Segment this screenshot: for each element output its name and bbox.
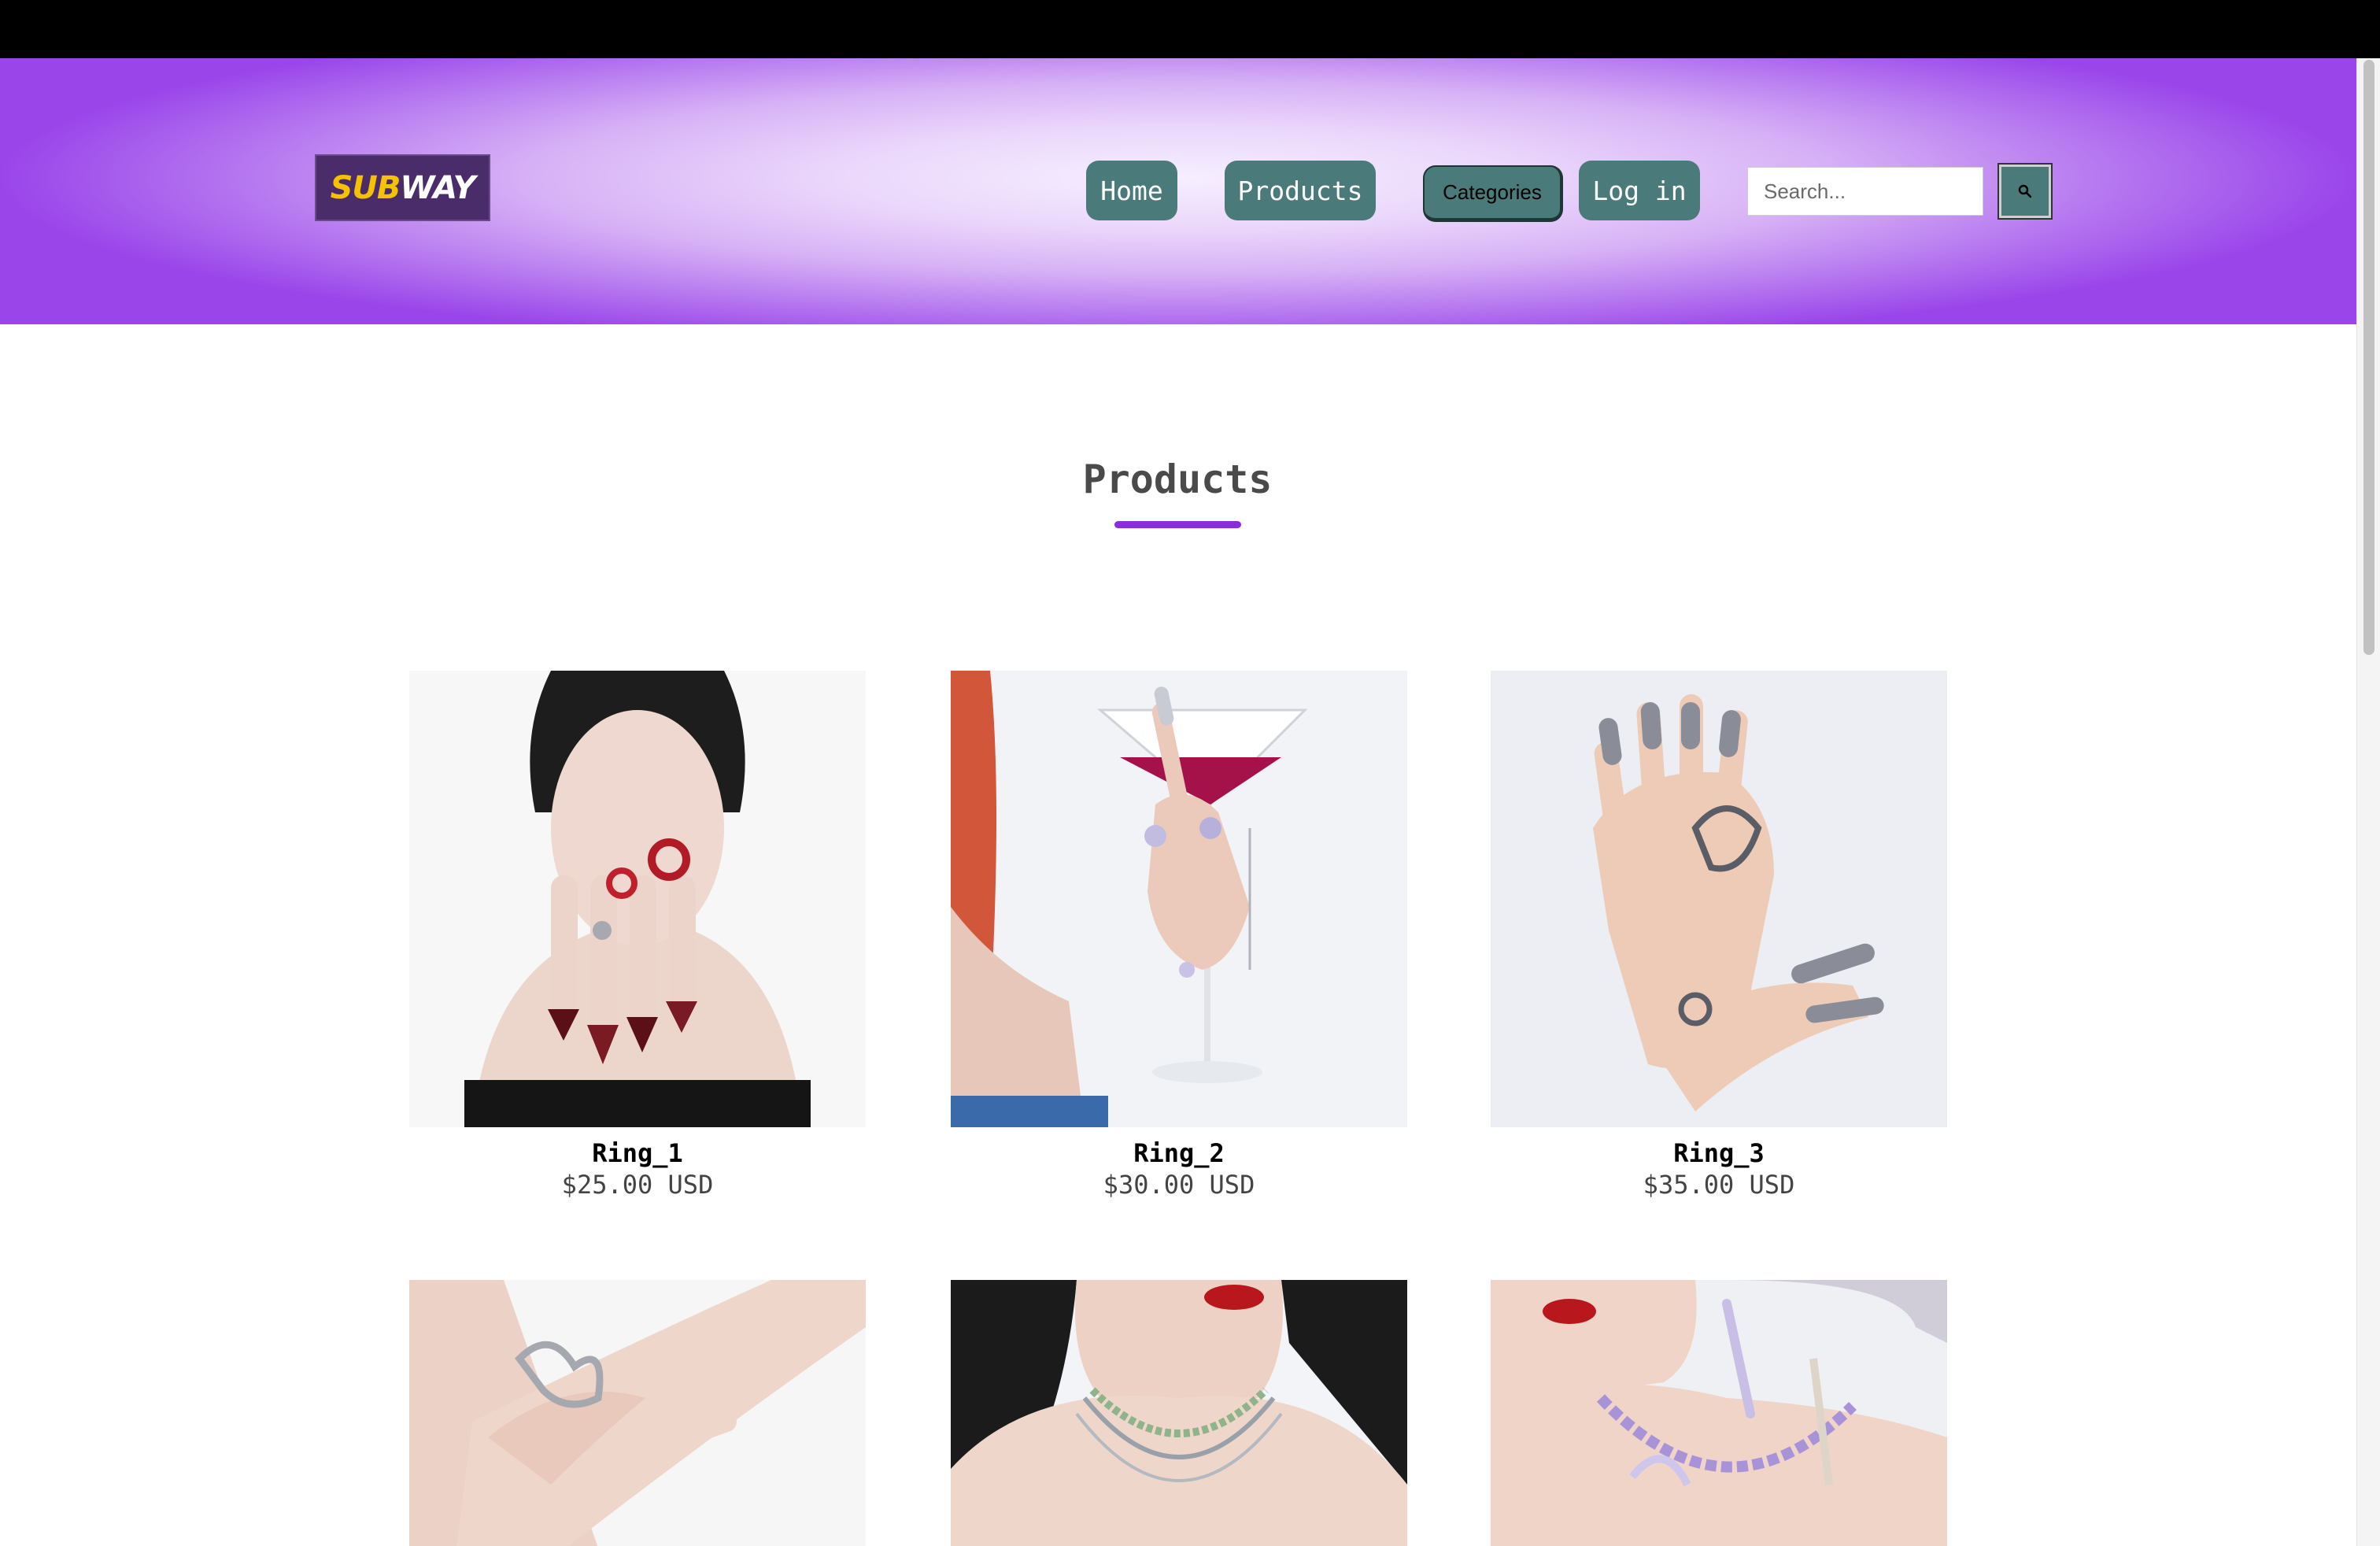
product-name[interactable]: Ring_1 bbox=[409, 1138, 866, 1168]
search-input[interactable] bbox=[1747, 167, 1983, 216]
product-card[interactable] bbox=[951, 1280, 1407, 1546]
product-name[interactable]: Ring_2 bbox=[951, 1138, 1407, 1168]
login-button[interactable]: Log in bbox=[1579, 161, 1700, 220]
product-image-ring-4[interactable] bbox=[409, 1280, 866, 1546]
product-card[interactable] bbox=[409, 1280, 866, 1546]
product-card[interactable] bbox=[1491, 1280, 1947, 1546]
page-title: Products bbox=[1082, 457, 1273, 502]
product-card[interactable]: Ring_2 $30.00 USD bbox=[951, 671, 1407, 1200]
logo-text-sub: SUB bbox=[330, 169, 401, 206]
categories-dropdown-button[interactable]: Categories bbox=[1423, 165, 1563, 222]
search-icon bbox=[2018, 184, 2032, 198]
subway-logo[interactable]: SUB WAY bbox=[315, 154, 490, 221]
product-image-ring-1[interactable] bbox=[409, 671, 866, 1127]
product-image-ring-3[interactable] bbox=[1491, 671, 1947, 1127]
scrollbar-thumb[interactable] bbox=[2363, 60, 2374, 655]
logo-text-way: WAY bbox=[400, 169, 475, 206]
product-name[interactable]: Ring_3 bbox=[1491, 1138, 1947, 1168]
product-price: $35.00 USD bbox=[1643, 1170, 1795, 1200]
nav-products-button[interactable]: Products bbox=[1225, 161, 1376, 220]
product-price: $25.00 USD bbox=[561, 1170, 714, 1200]
product-image-necklace-1[interactable] bbox=[951, 1280, 1407, 1546]
product-price: $30.00 USD bbox=[1103, 1170, 1255, 1200]
product-image-ring-2[interactable] bbox=[951, 671, 1407, 1127]
product-card[interactable]: Ring_1 $25.00 USD bbox=[409, 671, 866, 1200]
page-scrollbar[interactable] bbox=[2356, 58, 2380, 1546]
product-image-necklace-2[interactable] bbox=[1491, 1280, 1947, 1546]
window-top-bar bbox=[0, 0, 2380, 58]
search-button[interactable] bbox=[1998, 163, 2053, 220]
title-underline bbox=[1114, 521, 1241, 528]
nav-home-button[interactable]: Home bbox=[1086, 161, 1177, 220]
product-card[interactable]: Ring_3 $35.00 USD bbox=[1491, 671, 1947, 1200]
